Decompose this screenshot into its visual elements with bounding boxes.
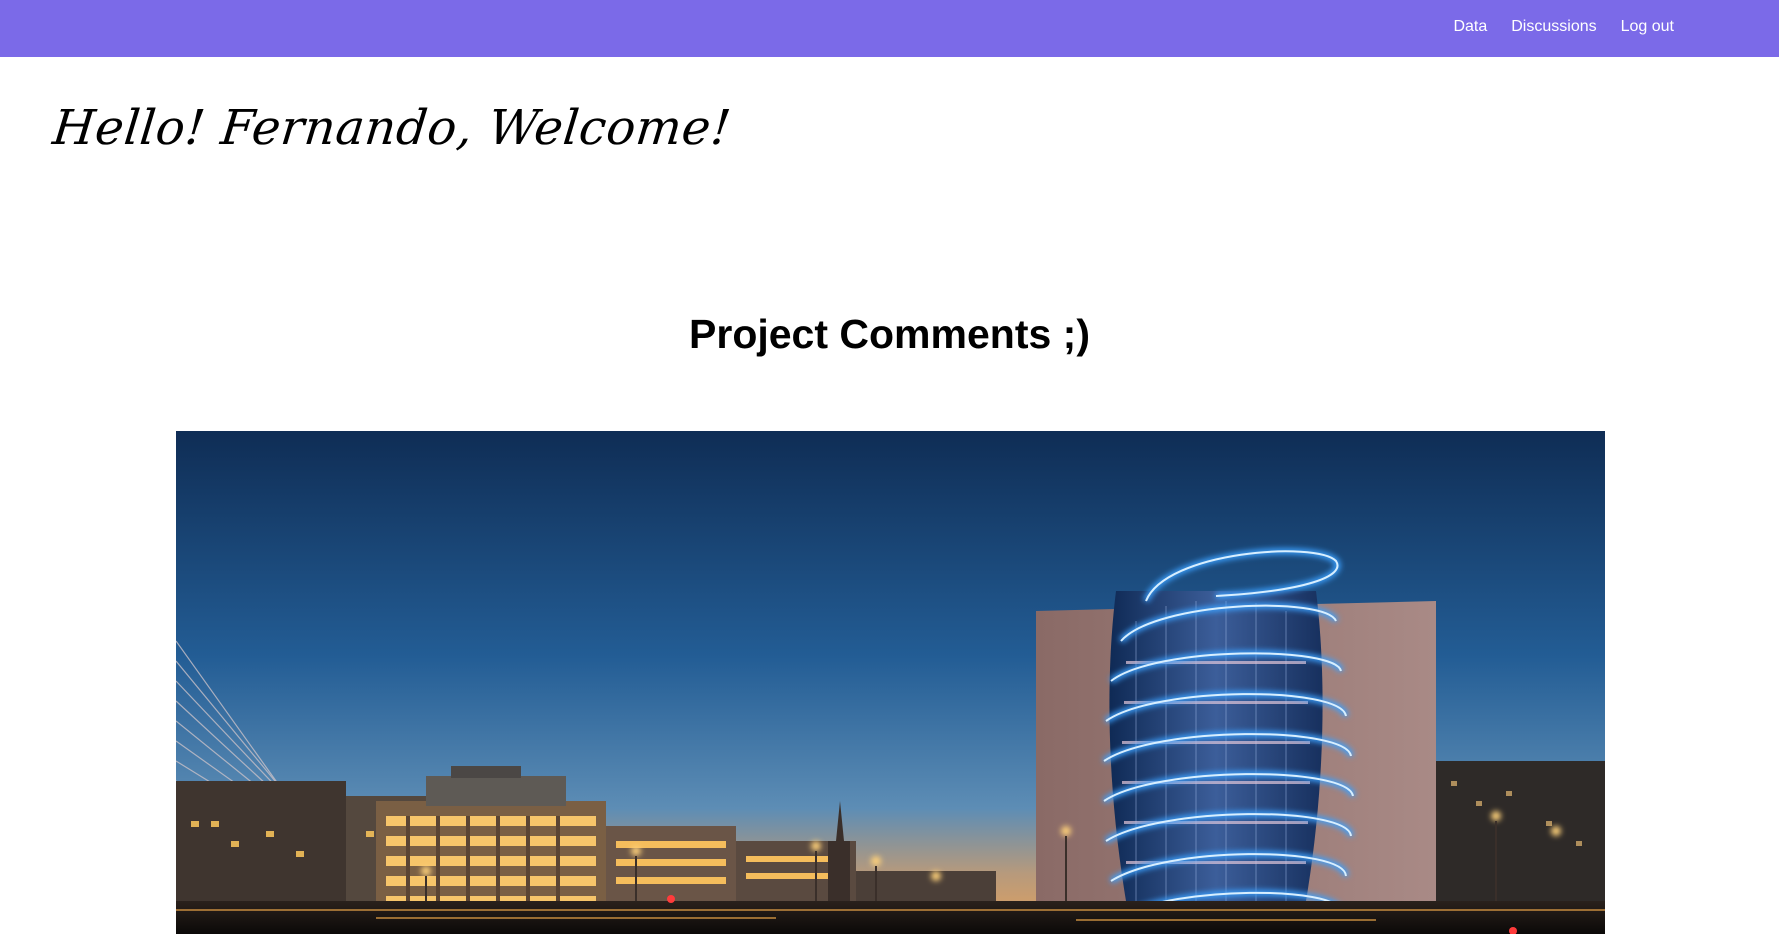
night-skyline-illustration	[176, 431, 1605, 934]
nav-links: Data Discussions Log out	[1453, 0, 1674, 53]
hero-image	[176, 431, 1605, 934]
welcome-greeting: Hello! Fernando, Welcome!	[50, 100, 734, 156]
nav-link-discussions[interactable]: Discussions	[1511, 18, 1596, 36]
page-title: Project Comments ;)	[689, 311, 1090, 357]
top-navbar: Data Discussions Log out	[0, 0, 1779, 57]
nav-link-data[interactable]: Data	[1453, 18, 1487, 36]
nav-link-log-out[interactable]: Log out	[1621, 18, 1674, 36]
